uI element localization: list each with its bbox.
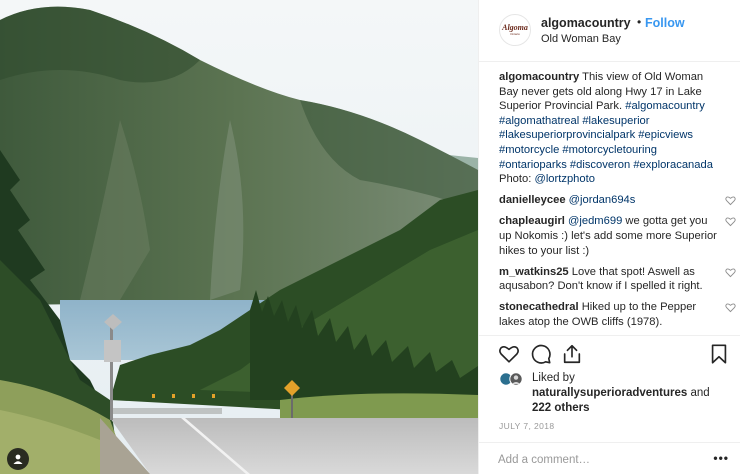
heart-icon[interactable] xyxy=(725,216,736,227)
comment-username[interactable]: danielleycee xyxy=(499,194,566,206)
post-side-panel: Algoma Ontario algomacountry • Follow Ol… xyxy=(478,0,740,474)
comment-username[interactable]: m_watkins25 xyxy=(499,266,569,278)
comment-icon[interactable] xyxy=(530,343,552,365)
instagram-post: Algoma Ontario algomacountry • Follow Ol… xyxy=(0,0,740,474)
scenic-bay-image xyxy=(0,0,478,474)
comment-username[interactable]: chapleaugirl xyxy=(499,215,565,227)
action-bar xyxy=(498,343,728,367)
avatar-logo-text: Algoma xyxy=(502,23,528,32)
likers-avatars[interactable] xyxy=(499,372,525,386)
likes-conjunction: and xyxy=(690,387,710,399)
heart-icon[interactable] xyxy=(498,343,520,365)
heart-icon[interactable] xyxy=(725,302,736,313)
comments-list: algomacountry This view of Old Woman Bay… xyxy=(499,70,736,336)
caption-username[interactable]: algomacountry xyxy=(499,71,579,83)
likes-others-count[interactable]: 222 others xyxy=(532,402,590,414)
bookmark-icon[interactable] xyxy=(708,343,730,365)
liked-by-prefix: Liked by xyxy=(532,372,575,384)
comment-item: stonecathedral Hiked up to the Pepper la… xyxy=(499,300,736,329)
post-date[interactable]: JULY 7, 2018 xyxy=(499,421,555,431)
liked-by-line: Liked by xyxy=(532,371,575,386)
divider xyxy=(479,335,740,336)
comment-mention[interactable]: @jedm699 xyxy=(568,215,622,227)
separator-dot: • xyxy=(637,15,642,29)
share-icon[interactable] xyxy=(561,343,583,365)
follow-button[interactable]: Follow xyxy=(645,16,685,30)
post-photo[interactable] xyxy=(0,0,478,474)
comment-username[interactable]: stonecathedral xyxy=(499,301,579,313)
post-header: Algoma Ontario algomacountry • Follow Ol… xyxy=(479,0,740,62)
liker-line: naturallysuperioradventures and xyxy=(532,386,710,401)
heart-icon[interactable] xyxy=(725,195,736,206)
photo-credit-label: Photo: xyxy=(499,173,532,186)
photo-credit-handle[interactable]: @lortzphoto xyxy=(534,173,595,185)
more-options-button[interactable]: ••• xyxy=(713,451,729,465)
others-line: 222 others xyxy=(532,401,590,416)
avatar-logo-sub: Ontario xyxy=(510,32,520,36)
comment-input[interactable] xyxy=(498,451,698,468)
comment-item: m_watkins25 Love that spot! Aswell as aq… xyxy=(499,265,736,294)
author-handle[interactable]: algomacountry xyxy=(541,16,631,30)
liker-username[interactable]: naturallysuperioradventures xyxy=(532,387,687,399)
comment-mention[interactable]: @jordan694s xyxy=(569,194,636,206)
heart-icon[interactable] xyxy=(725,267,736,278)
avatar[interactable]: Algoma Ontario xyxy=(499,14,531,46)
comment-item: chapleaugirl @jedm699 we gotta get you u… xyxy=(499,214,736,258)
comment-item: danielleycee @jordan694s xyxy=(499,193,736,208)
add-comment-bar: ••• xyxy=(479,442,740,474)
post-caption: algomacountry This view of Old Woman Bay… xyxy=(499,70,723,187)
tagged-users-button[interactable] xyxy=(7,448,29,470)
person-icon xyxy=(13,454,23,464)
location-link[interactable]: Old Woman Bay xyxy=(541,33,621,45)
